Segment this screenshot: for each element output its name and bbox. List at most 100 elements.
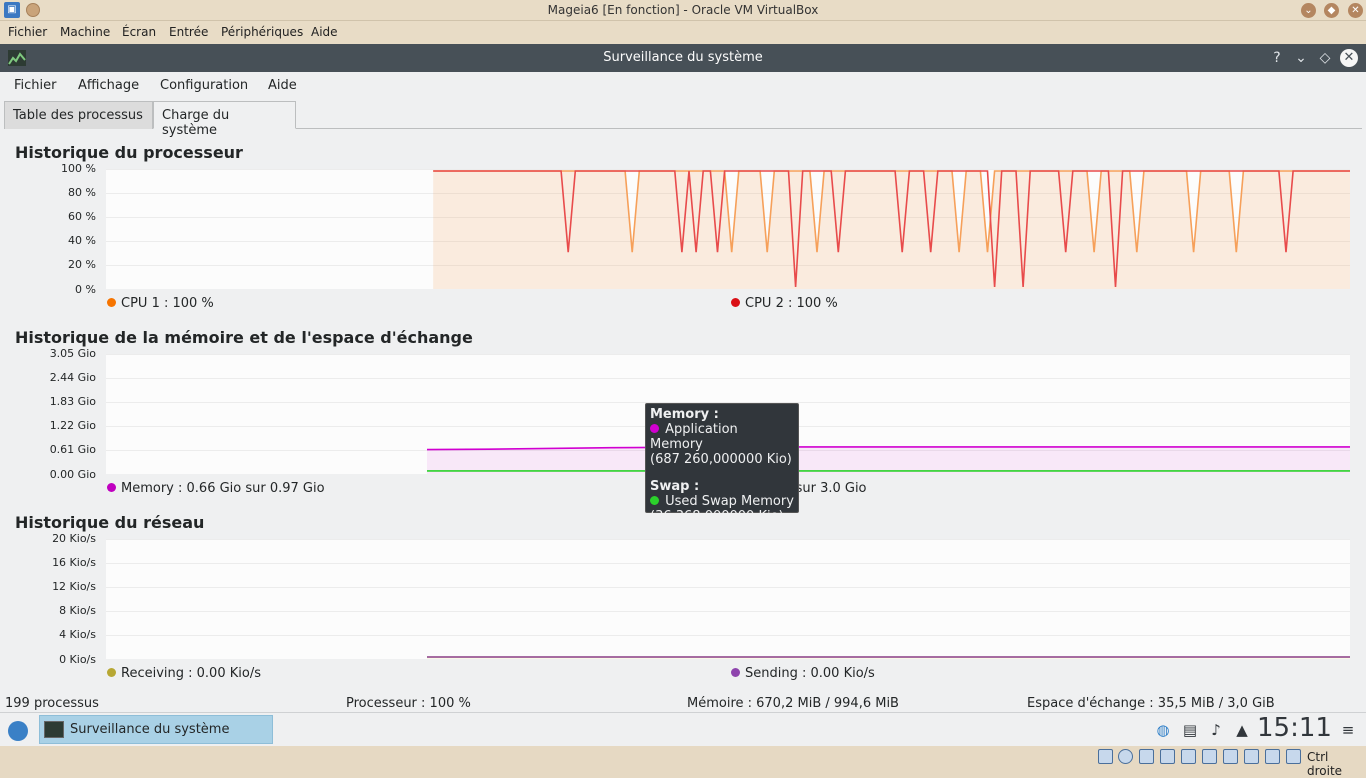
host-menu-peripheriques[interactable]: Périphériques bbox=[221, 25, 303, 39]
system-monitor-icon bbox=[44, 721, 64, 738]
host-menu-entree[interactable]: Entrée bbox=[169, 25, 208, 39]
taskbar-item-label: Surveillance du système bbox=[70, 722, 230, 737]
tab-process-table[interactable]: Table des processus bbox=[4, 101, 153, 129]
expand-tray-icon[interactable]: ▲ bbox=[1233, 721, 1251, 739]
memory-legend-label: Memory : 0.66 Gio sur 0.97 Gio bbox=[121, 481, 325, 496]
volume-icon[interactable]: ♪ bbox=[1207, 721, 1225, 739]
memory-ytick: 1.22 Gio bbox=[49, 419, 96, 432]
host-menu-fichier[interactable]: Fichier bbox=[8, 25, 47, 39]
cpu2-legend-label: CPU 2 : 100 % bbox=[745, 296, 838, 311]
sending-legend: Sending : 0.00 Kio/s bbox=[731, 666, 875, 681]
audio-icon[interactable] bbox=[1139, 749, 1154, 764]
tooltip-swap-value: (36 368,000000 Kio) bbox=[650, 509, 784, 524]
menu-affichage[interactable]: Affichage bbox=[78, 78, 139, 93]
cpu-history-title: Historique du processeur bbox=[15, 143, 243, 162]
clipboard-icon[interactable]: ▤ bbox=[1181, 721, 1199, 739]
receiving-legend: Receiving : 0.00 Kio/s bbox=[107, 666, 261, 681]
cpu-ytick: 60 % bbox=[68, 210, 96, 223]
taskbar: Surveillance du système ◍ ▤ ♪ ▲ 15:11 ≡ bbox=[0, 712, 1366, 746]
tooltip-memory-header: Memory : bbox=[650, 407, 719, 422]
display-icon[interactable] bbox=[1223, 749, 1238, 764]
maximize-button[interactable]: ◆ bbox=[1324, 3, 1339, 18]
status-swap: Espace d'échange : 35,5 MiB / 3,0 GiB bbox=[1027, 696, 1275, 711]
hard-disk-icon[interactable] bbox=[1098, 749, 1113, 764]
app-title: Surveillance du système bbox=[603, 50, 763, 65]
network-icon[interactable]: ◍ bbox=[1154, 721, 1172, 739]
menu-aide[interactable]: Aide bbox=[268, 78, 297, 93]
status-processes: 199 processus bbox=[5, 696, 99, 711]
video-capture-icon[interactable] bbox=[1244, 749, 1259, 764]
status-cpu: Processeur : 100 % bbox=[346, 696, 471, 711]
network-ytick: 0 Kio/s bbox=[59, 653, 96, 666]
cpu1-legend-dot bbox=[107, 298, 116, 307]
network-ytick: 4 Kio/s bbox=[59, 628, 96, 641]
cpu-ytick: 100 % bbox=[61, 162, 96, 175]
minimize-button[interactable]: ⌄ bbox=[1301, 3, 1316, 18]
cpu-ytick: 20 % bbox=[68, 258, 96, 271]
application-launcher-icon[interactable] bbox=[8, 721, 28, 741]
panel-menu-icon[interactable]: ≡ bbox=[1339, 721, 1357, 739]
series-area bbox=[426, 446, 1350, 474]
tooltip-app-memory-value: (687 260,000000 Kio) bbox=[650, 452, 792, 467]
host-menu-aide[interactable]: Aide bbox=[311, 25, 338, 39]
memory-ytick: 0.00 Gio bbox=[49, 468, 96, 481]
cpu2-legend: CPU 2 : 100 % bbox=[731, 296, 838, 311]
mouse-integration-icon[interactable] bbox=[1286, 749, 1301, 764]
cpu-chart-svg bbox=[106, 169, 1350, 290]
network-ytick: 16 Kio/s bbox=[52, 556, 96, 569]
taskbar-item-system-monitor[interactable]: Surveillance du système bbox=[39, 715, 273, 744]
guest-screen: Surveillance du système ? ⌄ ◇ ✕ Fichier … bbox=[0, 44, 1366, 746]
app-menubar: Fichier Affichage Configuration Aide bbox=[0, 72, 1366, 100]
memory-ytick: 3.05 Gio bbox=[49, 347, 96, 360]
menu-fichier[interactable]: Fichier bbox=[14, 78, 57, 93]
status-memory: Mémoire : 670,2 MiB / 994,6 MiB bbox=[687, 696, 899, 711]
cpu2-legend-dot bbox=[731, 298, 740, 307]
host-key-label: Ctrl droite bbox=[1307, 750, 1343, 778]
help-button[interactable]: ? bbox=[1267, 48, 1287, 68]
memory-tooltip: Memory : Application Memory (687 260,000… bbox=[645, 403, 799, 524]
network-ytick: 12 Kio/s bbox=[52, 580, 96, 593]
usb-icon[interactable] bbox=[1181, 749, 1196, 764]
memory-history-title: Historique de la mémoire et de l'espace … bbox=[15, 328, 473, 347]
cpu1-legend-label: CPU 1 : 100 % bbox=[121, 296, 214, 311]
minimize-app-button[interactable]: ⌄ bbox=[1291, 48, 1311, 68]
tooltip-swap-dot bbox=[650, 496, 659, 505]
memory-ytick: 2.44 Gio bbox=[49, 371, 96, 384]
network-ytick: 20 Kio/s bbox=[52, 532, 96, 545]
receiving-legend-label: Receiving : 0.00 Kio/s bbox=[121, 666, 261, 681]
memory-legend: Memory : 0.66 Gio sur 0.97 Gio bbox=[107, 481, 325, 496]
network-ytick: 8 Kio/s bbox=[59, 604, 96, 617]
receiving-legend-dot bbox=[107, 668, 116, 677]
cpu1-legend: CPU 1 : 100 % bbox=[107, 296, 214, 311]
network-chart-svg bbox=[106, 539, 1350, 660]
virtualization-icon[interactable] bbox=[1265, 749, 1280, 764]
sending-legend-dot bbox=[731, 668, 740, 677]
network-history-title: Historique du réseau bbox=[15, 513, 205, 532]
close-app-button[interactable]: ✕ bbox=[1340, 49, 1358, 67]
app-titlebar: Surveillance du système ? ⌄ ◇ ✕ bbox=[0, 44, 1366, 72]
memory-ytick: 1.83 Gio bbox=[49, 395, 96, 408]
tooltip-swap-header: Swap : bbox=[650, 479, 700, 494]
menu-configuration[interactable]: Configuration bbox=[160, 78, 248, 93]
memory-ytick: 0.61 Gio bbox=[49, 443, 96, 456]
host-window-title: Mageia6 [En fonction] - Oracle VM Virtua… bbox=[547, 3, 819, 17]
memory-legend-dot bbox=[107, 483, 116, 492]
host-menubar: Fichier Machine Écran Entrée Périphériqu… bbox=[0, 21, 1366, 44]
clock[interactable]: 15:11 bbox=[1257, 713, 1332, 743]
tooltip-swap-label: Used Swap Memory bbox=[665, 494, 794, 509]
shared-folders-icon[interactable] bbox=[1202, 749, 1217, 764]
maximize-app-button[interactable]: ◇ bbox=[1315, 48, 1335, 68]
tooltip-app-memory-label: Application Memory bbox=[650, 422, 738, 452]
network-adapter-icon[interactable] bbox=[1160, 749, 1175, 764]
host-menu-ecran[interactable]: Écran bbox=[122, 25, 156, 39]
cpu-plot bbox=[106, 169, 1350, 290]
host-menu-machine[interactable]: Machine bbox=[60, 25, 110, 39]
cpu-ytick: 80 % bbox=[68, 186, 96, 199]
optical-drive-icon[interactable] bbox=[1118, 749, 1133, 764]
host-titlebar: ▣ Mageia6 [En fonction] - Oracle VM Virt… bbox=[0, 0, 1366, 21]
sending-legend-label: Sending : 0.00 Kio/s bbox=[745, 666, 875, 681]
host-statusbar: Ctrl droite bbox=[0, 746, 1366, 778]
network-plot bbox=[106, 539, 1350, 660]
close-button[interactable]: ✕ bbox=[1348, 3, 1363, 18]
tab-system-load[interactable]: Charge du système bbox=[153, 101, 296, 138]
